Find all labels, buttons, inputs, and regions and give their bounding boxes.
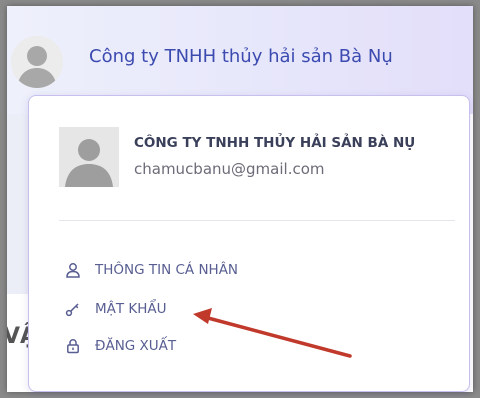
company-title[interactable]: Công ty TNHH thủy hải sản Bà Nụ (89, 46, 393, 67)
person-icon (11, 36, 63, 88)
account-email: chamucbanu@gmail.com (134, 160, 325, 178)
user-icon (65, 262, 81, 278)
side-panel (7, 114, 29, 294)
account-name: CÔNG TY TNHH THỦY HẢI SẢN BÀ NỤ (134, 135, 416, 151)
menu-item-profile[interactable]: THÔNG TIN CÁ NHÂN (65, 262, 238, 278)
menu-item-label: THÔNG TIN CÁ NHÂN (95, 262, 239, 278)
lock-icon (65, 338, 81, 354)
key-icon (65, 301, 81, 317)
account-dropdown: CÔNG TY TNHH THỦY HẢI SẢN BÀ NỤ chamucba… (28, 95, 470, 392)
menu-item-label: ĐĂNG XUẤT (95, 338, 177, 354)
menu-item-password[interactable]: MẬT KHẨU (65, 301, 167, 317)
divider (59, 220, 455, 221)
person-icon (59, 127, 119, 187)
header-avatar[interactable] (11, 36, 63, 88)
menu-item-label: MẬT KHẨU (95, 301, 167, 317)
profile-avatar (59, 127, 119, 187)
menu-item-logout[interactable]: ĐĂNG XUẤT (65, 338, 176, 354)
